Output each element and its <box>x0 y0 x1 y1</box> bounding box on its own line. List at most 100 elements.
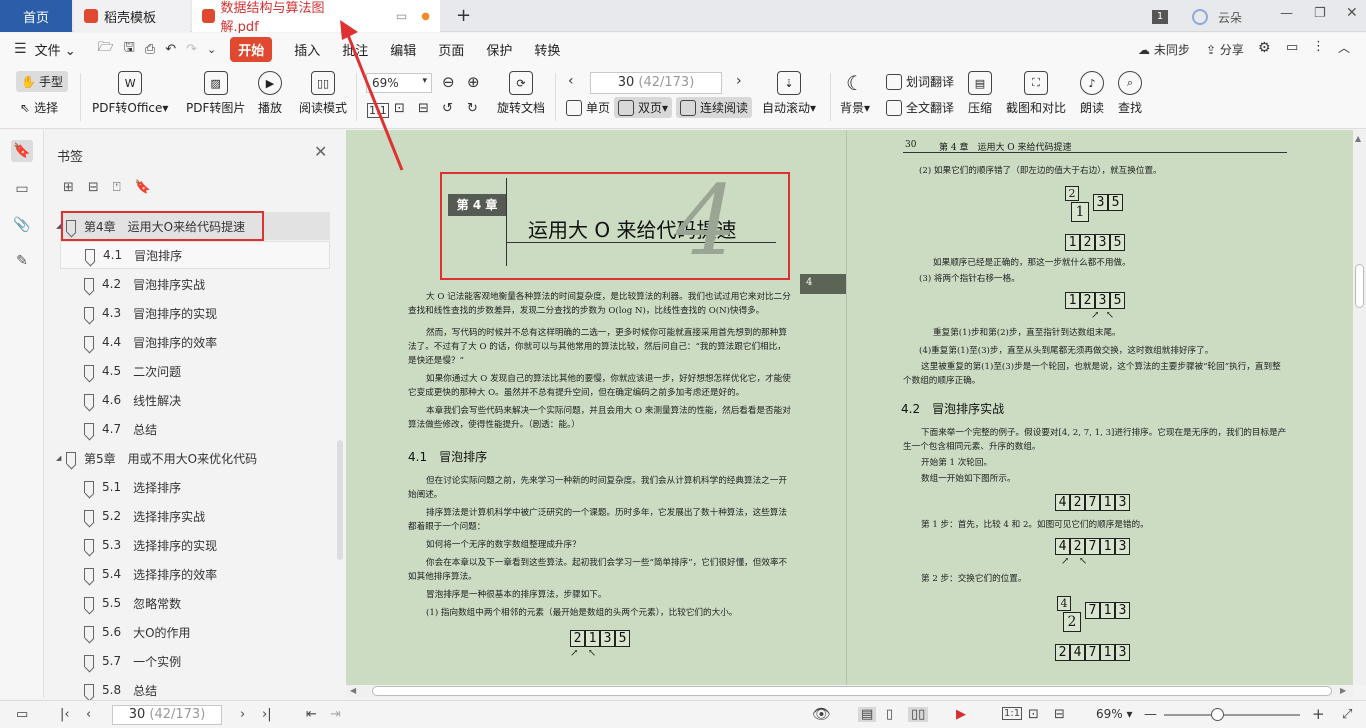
tab-home[interactable]: 首页 <box>0 0 72 32</box>
undo-icon[interactable]: ↶ <box>165 42 176 57</box>
bookmark-outline-icon[interactable]: 🔖 <box>135 180 151 195</box>
collapse-ribbon-icon[interactable]: ︿ <box>1338 39 1350 56</box>
next-page-icon[interactable]: › <box>736 73 742 89</box>
status-zoom[interactable]: 69% ▾ <box>1096 707 1133 721</box>
zoom-slider[interactable] <box>1164 714 1300 716</box>
bookmark-item[interactable]: 4.7 总结 <box>60 415 330 443</box>
menu-page[interactable]: 页面 <box>438 40 464 59</box>
avatar-icon[interactable] <box>1192 9 1208 25</box>
next-page-icon[interactable]: › <box>240 707 245 722</box>
tab-template[interactable]: 稻壳模板 <box>74 0 190 32</box>
eye-protection-icon[interactable]: 👁 <box>812 705 831 723</box>
scroll-right-icon[interactable]: ▶ <box>1340 686 1346 695</box>
find-button[interactable]: ⌕ 查找 <box>1118 71 1142 116</box>
quick-access-dropdown-icon[interactable]: ⌄ <box>207 43 216 56</box>
bookmark-item[interactable]: ◢ 第5章 用或不用大O来优化代码 <box>56 444 330 472</box>
play-button[interactable]: ▶ 播放 <box>258 71 282 116</box>
bookmark-item[interactable]: 4.1 冒泡排序 <box>60 241 330 269</box>
thumbnail-icon[interactable]: ▭ <box>11 178 33 200</box>
page-number-input[interactable]: 30 (42/173) <box>590 72 722 94</box>
auto-scroll-button[interactable]: ⇣ 自动滚动▾ <box>762 71 816 116</box>
bookmark-item[interactable]: 5.7 一个实例 <box>60 647 330 675</box>
zoom-slider-thumb[interactable] <box>1210 708 1224 721</box>
menu-start[interactable]: 开始 <box>230 36 273 62</box>
compress-button[interactable]: ▤ 压缩 <box>968 71 992 116</box>
cloud-user-name[interactable]: 云朵 <box>1218 9 1242 26</box>
bookmark-item[interactable]: 5.5 忽略常数 <box>60 589 330 617</box>
collapse-all-icon[interactable]: ⊟ <box>88 180 99 195</box>
menu-convert[interactable]: 转换 <box>534 40 560 59</box>
forward-icon[interactable]: ⇥ <box>330 707 341 722</box>
fullscreen-icon[interactable]: ⤢ <box>1342 707 1352 722</box>
menu-file[interactable]: 文件 ⌄ <box>35 40 76 59</box>
sync-status[interactable]: ☁ 未同步 <box>1138 41 1190 58</box>
fit-width-icon[interactable]: ⊟ <box>418 101 429 116</box>
double-view-icon[interactable]: ▯▯ <box>908 707 929 722</box>
fit-width-icon[interactable]: ⊟ <box>1054 707 1065 722</box>
back-icon[interactable]: ⇤ <box>306 707 317 722</box>
open-icon[interactable]: 🗁 <box>98 38 114 60</box>
more-icon[interactable]: ⋮ <box>1312 39 1325 54</box>
zoom-in-icon[interactable]: ⊕ <box>467 73 480 91</box>
bookmark-item[interactable]: 5.6 大O的作用 <box>60 618 330 646</box>
screenshot-compare-button[interactable]: ⛶ 截图和对比 <box>1006 71 1066 116</box>
rotate-left-icon[interactable]: ↺ <box>442 101 453 116</box>
bookmark-item[interactable]: 5.1 选择排序 <box>60 473 330 501</box>
vertical-scroll-thumb[interactable] <box>1355 264 1364 308</box>
scroll-left-icon[interactable]: ◀ <box>350 686 356 695</box>
signature-icon[interactable]: ✎ <box>11 250 33 272</box>
page-count-badge[interactable]: 1 <box>1152 10 1168 24</box>
bookmark-item[interactable]: 4.6 线性解决 <box>60 386 330 414</box>
sidebar-toggle-icon[interactable]: ▭ <box>16 707 28 722</box>
hamburger-icon[interactable]: ☰ <box>14 41 27 57</box>
redo-icon[interactable]: ↷ <box>186 42 197 57</box>
first-page-icon[interactable]: |‹ <box>60 707 70 722</box>
close-panel-icon[interactable]: ✕ <box>314 142 327 161</box>
close-icon[interactable]: ✕ <box>1346 5 1358 21</box>
horizontal-scroll-thumb[interactable] <box>372 686 1332 696</box>
hand-tool-button[interactable]: ✋ 手型 <box>16 71 68 92</box>
double-page-button[interactable]: 双页 ▾ <box>614 97 673 118</box>
zoom-in-icon[interactable]: + <box>1312 705 1325 723</box>
pdf-to-image-button[interactable]: ▨ PDF转图片 <box>186 71 245 116</box>
read-aloud-button[interactable]: ♪ 朗读 <box>1080 71 1104 116</box>
share-button[interactable]: ⇪ 分享 <box>1206 41 1244 58</box>
add-bookmark-icon[interactable]: ⍞ <box>113 180 121 195</box>
bookmark-scrollbar[interactable] <box>337 440 343 560</box>
bookmark-item[interactable]: 5.2 选择排序实战 <box>60 502 330 530</box>
status-page-input[interactable]: 30 (42/173) <box>112 705 222 725</box>
rotate-right-icon[interactable]: ↻ <box>467 101 478 116</box>
comment-icon[interactable]: ▭ <box>1286 40 1298 55</box>
restore-icon[interactable]: ❐ <box>1314 6 1326 21</box>
pdf-to-office-button[interactable]: W PDF转Office▾ <box>92 71 168 116</box>
bookmark-item[interactable]: 5.3 选择排序的实现 <box>60 531 330 559</box>
expand-caret-icon[interactable]: ◢ <box>56 454 61 462</box>
settings-icon[interactable]: ⚙ <box>1258 40 1271 56</box>
word-translate-button[interactable]: 划词翻译 <box>886 73 954 90</box>
zoom-out-icon[interactable]: ⊖ <box>442 73 455 91</box>
bookmark-item[interactable]: 4.3 冒泡排序的实现 <box>60 299 330 327</box>
single-page-button[interactable]: 单页 <box>566 99 610 116</box>
menu-protect[interactable]: 保护 <box>486 40 512 59</box>
last-page-icon[interactable]: ›| <box>262 707 272 722</box>
menu-insert[interactable]: 插入 <box>294 40 320 59</box>
actual-size-icon[interactable]: 1:1 <box>1002 707 1023 720</box>
vertical-scrollbar[interactable]: ▲ <box>1353 130 1366 685</box>
minimize-icon[interactable]: — <box>1280 6 1293 21</box>
background-button[interactable]: ☾ 背景▾ <box>840 71 870 116</box>
scroll-up-icon[interactable]: ▲ <box>1355 134 1361 143</box>
bookmark-item[interactable]: 5.4 选择排序的效率 <box>60 560 330 588</box>
bookmark-item[interactable]: 4.2 冒泡排序实战 <box>60 270 330 298</box>
continuous-read-button[interactable]: 连续阅读 <box>676 97 753 118</box>
full-translate-button[interactable]: 全文翻译 <box>886 99 954 116</box>
new-tab-button[interactable]: + <box>456 5 471 26</box>
prev-page-icon[interactable]: ‹ <box>86 707 91 722</box>
play-icon[interactable]: ▶ <box>956 707 966 722</box>
zoom-out-icon[interactable]: — <box>1144 707 1157 722</box>
save-icon[interactable]: 🖫 <box>124 38 135 60</box>
bookmark-panel-icon[interactable]: 🔖 <box>11 140 33 162</box>
rotate-document-button[interactable]: ⟳ 旋转文档 <box>497 71 545 116</box>
horizontal-scrollbar[interactable]: ◀ ▶ <box>346 685 1353 698</box>
single-view-icon[interactable]: ▯ <box>886 707 893 722</box>
fit-page-icon[interactable]: ⊡ <box>1028 707 1039 722</box>
